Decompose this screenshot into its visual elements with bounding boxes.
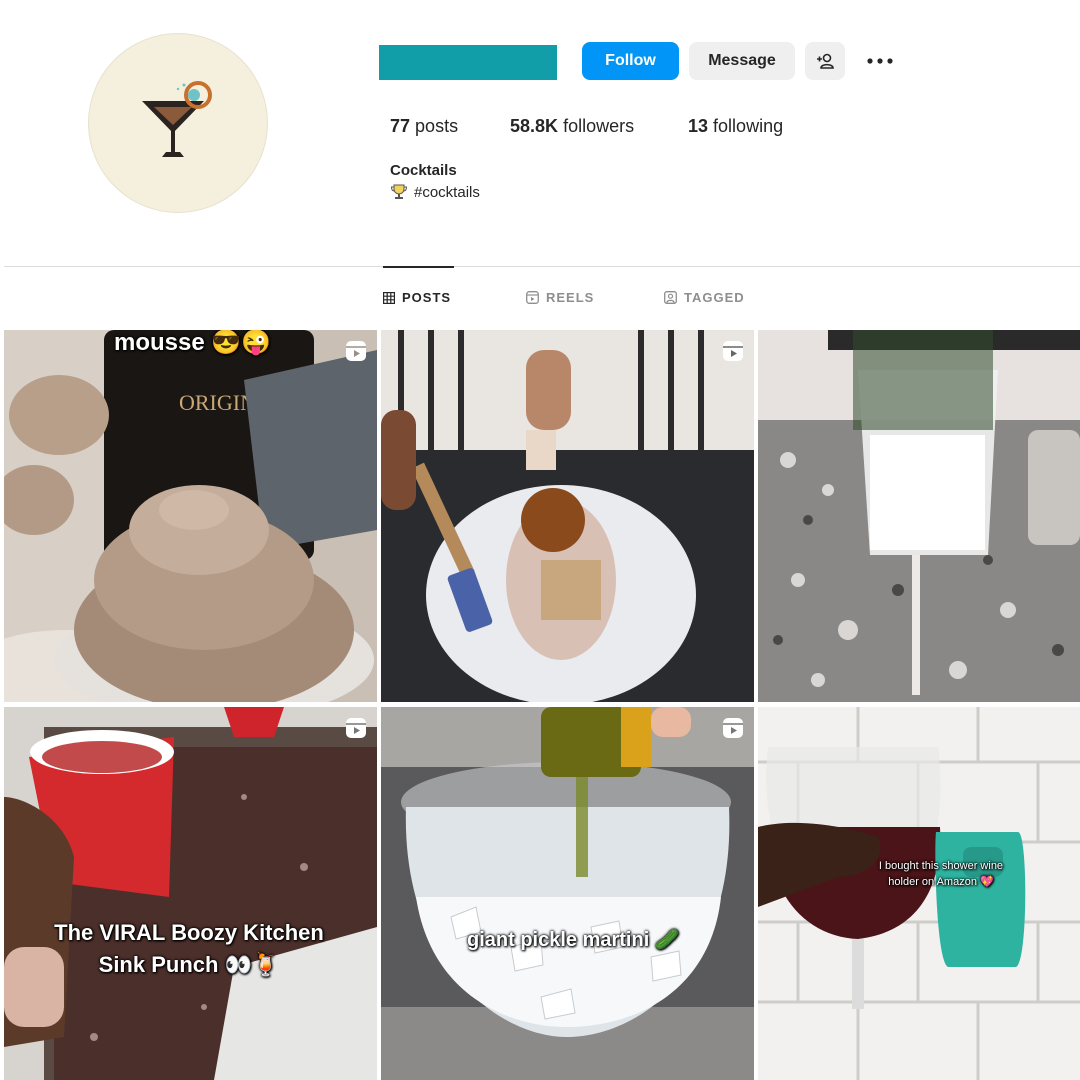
more-icon bbox=[867, 58, 893, 64]
post-caption: giant pickle martini 🥒 bbox=[467, 929, 680, 951]
tab-tagged[interactable]: TAGGED bbox=[664, 290, 745, 305]
post-thumbnail-image bbox=[758, 707, 1080, 1080]
post-thumbnail-image bbox=[381, 707, 754, 1080]
post-tile[interactable]: I bought this shower wine holder on Amaz… bbox=[758, 707, 1080, 1080]
post-caption: I bought this shower wine holder on Amaz… bbox=[878, 860, 1004, 888]
more-options-button[interactable] bbox=[860, 42, 900, 80]
post-caption: The VIRAL Boozy Kitchen Sink Punch 👀🍹 bbox=[54, 920, 324, 977]
post-tile[interactable]: The VIRAL Boozy Kitchen Sink Punch 👀🍹 bbox=[4, 707, 377, 1080]
tab-reels-label: REELS bbox=[546, 290, 595, 305]
post-thumbnail-image bbox=[381, 330, 754, 702]
posts-count: 77 posts bbox=[390, 116, 459, 136]
add-person-icon bbox=[817, 53, 834, 69]
post-tile[interactable]: ORIGINAL mousse 😎😜 bbox=[4, 330, 377, 702]
tab-posts-label: POSTS bbox=[402, 290, 452, 305]
reel-icon bbox=[723, 341, 743, 361]
trophy-icon bbox=[390, 184, 408, 199]
username-redacted bbox=[379, 45, 557, 80]
follow-button[interactable]: Follow bbox=[582, 42, 679, 80]
profile-display-name: Cocktails bbox=[390, 162, 457, 179]
tab-posts[interactable]: POSTS bbox=[383, 290, 451, 305]
grid-icon bbox=[383, 291, 395, 304]
hashtag-link[interactable]: #cocktails bbox=[414, 184, 480, 201]
tab-tagged-label: TAGGED bbox=[684, 290, 745, 305]
reel-icon bbox=[723, 718, 743, 738]
reel-icon bbox=[346, 341, 366, 361]
post-tile[interactable]: giant pickle martini 🥒 bbox=[381, 707, 754, 1080]
followers-count[interactable]: 58.8K followers bbox=[510, 116, 634, 137]
tab-reels[interactable]: REELS bbox=[526, 290, 594, 305]
reels-icon bbox=[526, 291, 539, 304]
cocktail-logo-icon bbox=[142, 81, 212, 157]
tagged-icon bbox=[664, 291, 677, 304]
post-tile[interactable] bbox=[381, 330, 754, 702]
reel-icon bbox=[346, 718, 366, 738]
post-thumbnail-image bbox=[4, 707, 377, 1080]
active-tab-indicator bbox=[383, 266, 454, 268]
message-button[interactable]: Message bbox=[689, 42, 795, 80]
post-tile[interactable] bbox=[758, 330, 1080, 702]
post-thumbnail-image bbox=[758, 330, 1080, 702]
post-caption: mousse 😎😜 bbox=[114, 330, 272, 356]
post-thumbnail-image: ORIGINAL bbox=[4, 330, 377, 702]
tabs-divider bbox=[4, 266, 1080, 267]
profile-avatar[interactable] bbox=[88, 33, 268, 213]
suggested-accounts-button[interactable] bbox=[805, 42, 845, 80]
profile-bio: #cocktails bbox=[390, 183, 480, 201]
following-count[interactable]: 13 following bbox=[688, 116, 783, 137]
